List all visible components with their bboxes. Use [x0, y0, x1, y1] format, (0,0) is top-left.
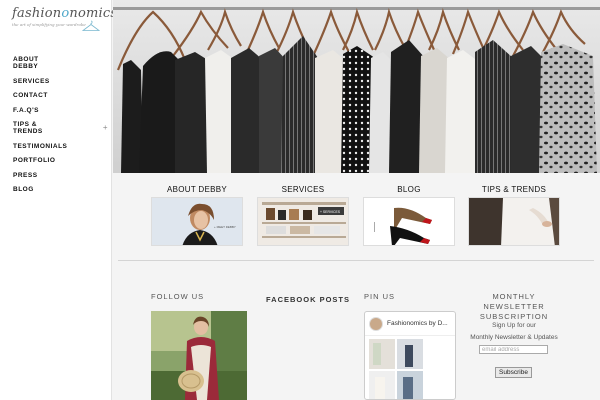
- pinterest-board-header[interactable]: Fashionomics by D...: [365, 312, 455, 336]
- newsletter-title-line: SUBSCRIPTION: [479, 312, 549, 321]
- newsletter-signup-subtext: Monthly Newsletter & Updates: [470, 334, 558, 341]
- pinterest-pin-grid[interactable]: [369, 339, 453, 400]
- quick-links: ABOUT DEBBY + MEET DEBBY SERVICES + SERV…: [113, 184, 600, 250]
- services-badge: + SERVICES: [320, 210, 341, 214]
- quick-link-title: TIPS & TRENDS: [481, 185, 547, 194]
- nav-item-contact[interactable]: CONTACT: [13, 92, 108, 99]
- main-nav: ABOUT DEBBY SERVICES CONTACT F.A.Q'S TIP…: [13, 56, 108, 201]
- nav-label: BLOG: [13, 186, 34, 193]
- expand-icon[interactable]: +: [103, 124, 108, 132]
- nav-item-tips-trends[interactable]: TIPS & TRENDS +: [13, 121, 108, 135]
- hero-image-closet: [113, 0, 600, 173]
- nav-label: F.A.Q'S: [13, 106, 39, 114]
- follow-us-title: FOLLOW US: [151, 292, 205, 301]
- nav-label: CONTACT: [13, 92, 48, 99]
- nav-label: PRESS: [13, 171, 38, 179]
- newsletter-title-line: MONTHLY NEWSLETTER: [483, 292, 545, 311]
- quick-link-services[interactable]: SERVICES + SERVICES: [257, 184, 349, 246]
- about-debby-thumbnail[interactable]: + MEET DEBBY: [151, 197, 243, 246]
- logo-wordmark: fashiononomics: [12, 6, 118, 21]
- quick-link-about-debby[interactable]: ABOUT DEBBY + MEET DEBBY: [151, 184, 243, 246]
- section-divider: [118, 260, 594, 261]
- avatar: [369, 316, 383, 331]
- nav-item-services[interactable]: SERVICES: [13, 78, 108, 85]
- quick-link-title: ABOUT DEBBY: [166, 185, 228, 194]
- sidebar: fashiononomics the art of simplifying yo…: [0, 0, 118, 400]
- pin-us-title: PIN US: [364, 292, 396, 301]
- quick-link-blog[interactable]: BLOG: [363, 184, 455, 246]
- quick-link-tips-trends[interactable]: TIPS & TRENDS: [468, 184, 560, 246]
- nav-label: ABOUT DEBBY: [13, 56, 39, 70]
- newsletter-signup-text: Sign Up for our: [492, 322, 536, 329]
- nav-item-portfolio[interactable]: PORTFOLIO: [13, 157, 108, 164]
- fashionomics-logo[interactable]: fashiononomics the art of simplifying yo…: [12, 6, 118, 36]
- quick-link-title: BLOG: [397, 185, 421, 194]
- blog-thumbnail[interactable]: [363, 197, 455, 246]
- nav-item-press[interactable]: PRESS: [13, 172, 108, 179]
- facebook-posts-title: FACEBOOK POSTS: [266, 295, 351, 304]
- nav-label: TESTIMONIALS: [13, 142, 68, 150]
- clothing-rack-illustration: [113, 0, 600, 173]
- email-address-input[interactable]: [479, 345, 548, 354]
- nav-item-testimonials[interactable]: TESTIMONIALS: [13, 143, 108, 150]
- nav-label: SERVICES: [13, 77, 50, 85]
- follow-us-photo[interactable]: [151, 311, 247, 400]
- tips-trends-thumbnail[interactable]: [468, 197, 560, 246]
- newsletter-title: MONTHLY NEWSLETTER SUBSCRIPTION: [466, 292, 562, 322]
- subscribe-button[interactable]: Subscribe: [495, 367, 532, 378]
- nav-item-blog[interactable]: BLOG: [13, 186, 108, 193]
- pinterest-board-name: Fashionomics by D...: [387, 320, 448, 327]
- quick-link-title: SERVICES: [281, 185, 325, 194]
- about-caption: + MEET DEBBY: [214, 225, 236, 229]
- services-thumbnail[interactable]: + SERVICES: [257, 197, 349, 246]
- nav-label: PORTFOLIO: [13, 157, 56, 164]
- nav-item-about-debby[interactable]: ABOUT DEBBY: [13, 56, 108, 70]
- nav-label: TIPS & TRENDS: [13, 121, 43, 135]
- hanger-icon: [82, 20, 100, 31]
- pinterest-board-widget[interactable]: Fashionomics by D...: [364, 311, 456, 400]
- nav-item-faqs[interactable]: F.A.Q'S: [13, 107, 108, 114]
